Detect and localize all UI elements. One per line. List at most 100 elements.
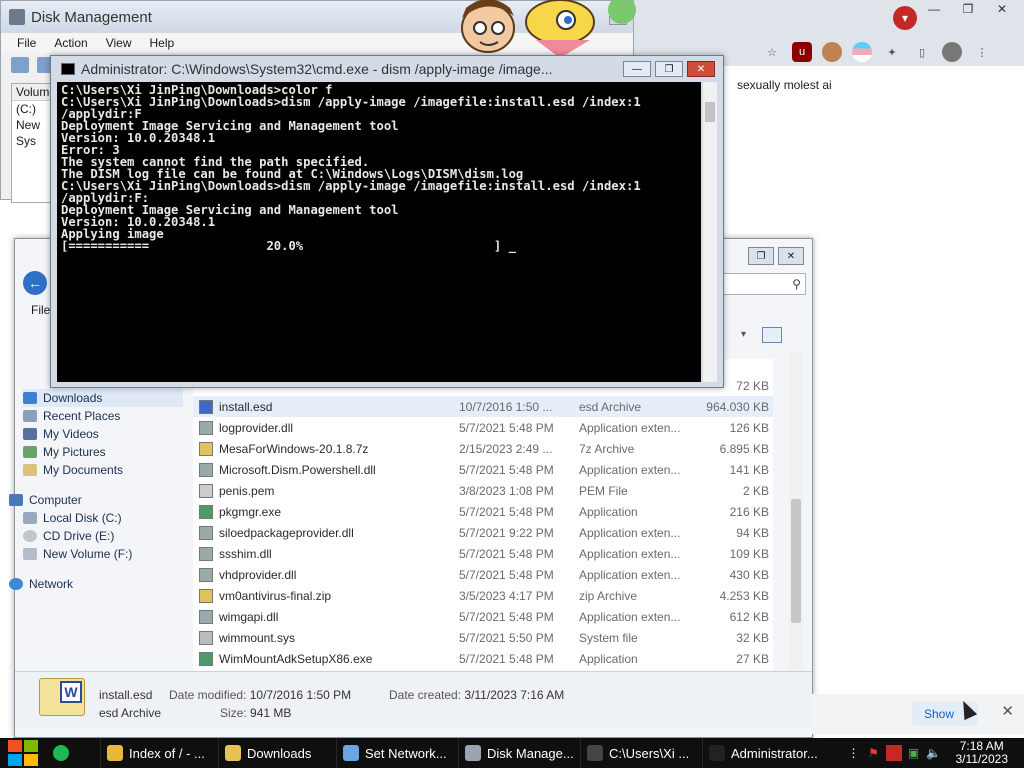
extensions-puzzle-icon[interactable]: ✦: [882, 42, 902, 62]
back-button[interactable]: ←: [23, 271, 47, 295]
menu-action[interactable]: Action: [54, 36, 87, 50]
chrome-profile-badge[interactable]: ▾: [893, 6, 917, 30]
close-shelf-button[interactable]: ✕: [1001, 702, 1014, 720]
file-row[interactable]: vm0antivirus-final.zip 3/5/2023 4:17 PM zi…: [193, 585, 773, 606]
flag-icon[interactable]: ⚑: [866, 745, 882, 761]
back-arrow-icon[interactable]: [11, 57, 29, 73]
nav-item-my-videos[interactable]: My Videos: [23, 425, 183, 443]
file-row[interactable]: logprovider.dll 5/7/2021 5:48 PM Applicati…: [193, 417, 773, 438]
file-row[interactable]: Microsoft.Dism.Powershell.dll 5/7/2021 5:…: [193, 459, 773, 480]
menu-help[interactable]: Help: [150, 36, 175, 50]
preview-pane-button[interactable]: [762, 327, 782, 343]
windows-logo-icon: [8, 740, 38, 766]
taskbar-item-label: Disk Manage...: [487, 745, 574, 761]
file-row[interactable]: pkgmgr.exe 5/7/2021 5:48 PM Application 216…: [193, 501, 773, 522]
cmd-minimize-button[interactable]: —: [623, 61, 651, 77]
file-row[interactable]: install.esd 10/7/2016 1:50 ... esd Archive…: [193, 396, 773, 417]
explorer-file-menu[interactable]: File: [31, 303, 50, 317]
nav-item-downloads[interactable]: Downloads: [23, 389, 183, 407]
chrome-restore-button[interactable]: ❐: [954, 0, 982, 18]
cmd-close-button[interactable]: ✕: [687, 61, 715, 77]
menu-file[interactable]: File: [17, 36, 36, 50]
scrollbar-thumb[interactable]: [791, 499, 801, 623]
search-result-text[interactable]: sexually molest ai: [737, 78, 832, 92]
file-row[interactable]: wimgapi.dll 5/7/2021 5:48 PM Application e…: [193, 606, 773, 627]
file-row[interactable]: ssshim.dll 5/7/2021 5:48 PM Application ex…: [193, 543, 773, 564]
nav-item-local-disk-c[interactable]: Local Disk (C:): [23, 509, 183, 527]
taskbar-item[interactable]: Disk Manage...: [458, 738, 580, 768]
file-date: 5/7/2021 5:50 PM: [459, 630, 554, 645]
cmd-scrollbar-thumb[interactable]: [705, 102, 715, 122]
tray-menu-icon[interactable]: ⋮: [846, 745, 862, 761]
file-row[interactable]: vhdprovider.dll 5/7/2021 5:48 PM Applicati…: [193, 564, 773, 585]
file-name: MesaForWindows-20.1.8.7z: [219, 441, 369, 456]
console-line: C:\Users\Xi JinPing\Downloads>dism /appl…: [61, 179, 641, 193]
file-row[interactable]: siloedpackageprovider.dll 5/7/2021 9:22 P…: [193, 522, 773, 543]
taskbar-item[interactable]: Set Network...: [336, 738, 458, 768]
cmd-scrollbar[interactable]: [703, 82, 717, 382]
tray-red-icon[interactable]: [885, 745, 902, 761]
file-row[interactable]: wimmount.sys 5/7/2021 5:50 PM System file 3…: [193, 627, 773, 648]
nav-item-my-documents[interactable]: My Documents: [23, 461, 183, 479]
file-size: 216 KB: [729, 504, 769, 519]
extension-avatar-icon[interactable]: [822, 42, 842, 62]
view-dropdown-icon[interactable]: ▾: [741, 329, 746, 340]
chrome-menu-icon[interactable]: ⋮: [972, 42, 992, 62]
taskbar-item[interactable]: Index of / - ...: [100, 738, 218, 768]
file-size: 964.030 KB: [706, 399, 769, 414]
file-row[interactable]: penis.pem 3/8/2023 1:08 PM PEM File 2 KB: [193, 480, 773, 501]
nav-item-cd-drive-e[interactable]: CD Drive (E:): [23, 527, 183, 545]
start-button[interactable]: [0, 738, 46, 768]
network-icon[interactable]: ▣: [906, 745, 922, 761]
chrome-icon: [107, 745, 123, 761]
nav-item-network[interactable]: Network: [9, 575, 183, 593]
clock[interactable]: 7:18 AM 3/11/2023: [946, 740, 1019, 766]
file-date: 5/7/2021 5:48 PM: [459, 504, 554, 519]
bookmark-star-icon[interactable]: ☆: [762, 42, 782, 62]
taskbar-item[interactable]: Downloads: [218, 738, 336, 768]
nav-item-new-volume-f[interactable]: New Volume (F:): [23, 545, 183, 563]
file-date: 3/5/2023 4:17 PM: [459, 588, 554, 603]
file-name: WimMountAdkSetupX86.exe: [219, 651, 373, 666]
volume-icon[interactable]: 🔈: [926, 745, 942, 761]
drive-icon: [23, 548, 37, 560]
file-icon: [199, 630, 213, 645]
file-size: 6.895 KB: [719, 441, 769, 456]
file-name: install.esd: [219, 399, 273, 414]
file-icon: [199, 420, 213, 435]
download-shelf: Show ✕: [812, 694, 1024, 734]
cmd-icon: [709, 745, 725, 761]
extension-flag-icon[interactable]: [852, 42, 872, 62]
profile-icon[interactable]: [942, 42, 962, 62]
chrome-minimize-button[interactable]: —: [920, 0, 948, 18]
taskbar-item[interactable]: Administrator...: [702, 738, 824, 768]
nav-item-my-pictures[interactable]: My Pictures: [23, 443, 183, 461]
date-created-value: 3/11/2023 7:16 AM: [464, 688, 565, 702]
file-type: Application exten...: [579, 525, 681, 540]
explorer-restore-button[interactable]: ❐: [748, 247, 774, 265]
file-date: 5/7/2021 5:48 PM: [459, 609, 554, 624]
file-type: zip Archive: [579, 588, 638, 603]
file-size: 430 KB: [729, 567, 769, 582]
documents-icon: [23, 464, 37, 476]
file-list-scrollbar[interactable]: [789, 351, 803, 676]
nav-item-recent-places[interactable]: Recent Places: [23, 407, 183, 425]
menu-view[interactable]: View: [106, 36, 132, 50]
cmd-console[interactable]: C:\Users\Xi JinPing\Downloads>color f C:\…: [57, 82, 701, 382]
explorer-close-button[interactable]: ✕: [778, 247, 804, 265]
taskbar-item[interactable]: C:\Users\Xi ...: [580, 738, 702, 768]
ublock-icon[interactable]: u: [792, 42, 812, 62]
chrome-close-button[interactable]: ✕: [988, 0, 1016, 18]
spotify-icon[interactable]: [46, 740, 76, 766]
search-box[interactable]: ⚲: [722, 273, 806, 295]
file-row[interactable]: MesaForWindows-20.1.8.7z 2/15/2023 2:49 .…: [193, 438, 773, 459]
nav-label: Local Disk (C:): [43, 511, 122, 525]
nav-item-computer[interactable]: Computer: [9, 491, 183, 509]
cmd-restore-button[interactable]: ❐: [655, 61, 683, 77]
sidebar-toggle-icon[interactable]: ▯: [912, 42, 932, 62]
archive-badge-icon: W: [60, 681, 82, 703]
details-filetype: esd Archive: [99, 706, 162, 720]
file-size: 94 KB: [736, 525, 769, 540]
file-date: 5/7/2021 5:48 PM: [459, 546, 554, 561]
file-row[interactable]: WimMountAdkSetupX86.exe 5/7/2021 5:48 PM A…: [193, 648, 773, 669]
